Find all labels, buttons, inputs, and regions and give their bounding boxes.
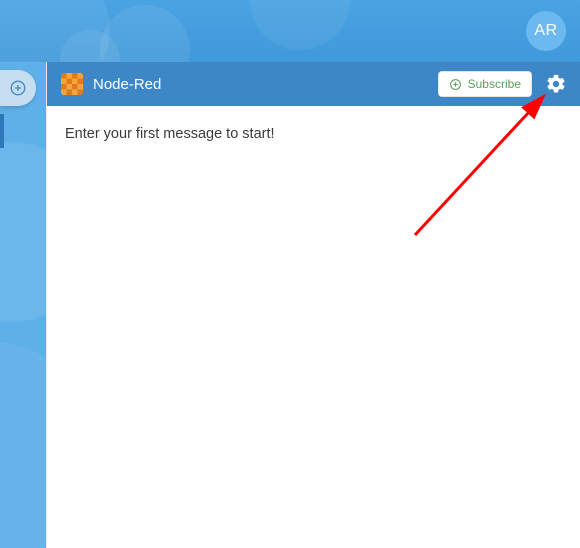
channel-body: Enter your first message to start! <box>47 106 580 162</box>
active-indicator <box>0 114 4 148</box>
empty-state-message: Enter your first message to start! <box>65 126 562 142</box>
avatar[interactable]: AR <box>526 11 566 51</box>
channel-title: Node-Red <box>93 76 161 93</box>
left-sidebar <box>0 62 46 548</box>
subscribe-button[interactable]: Subscribe <box>438 71 532 97</box>
decor-bubble <box>60 30 120 62</box>
top-bar: AR <box>0 0 580 62</box>
add-channel-button[interactable] <box>0 70 36 106</box>
avatar-initials: AR <box>534 22 557 40</box>
channel-icon <box>61 73 83 95</box>
subscribe-label: Subscribe <box>468 77 521 91</box>
plus-circle-icon <box>449 78 462 91</box>
gear-icon <box>545 73 567 95</box>
channel-panel: Node-Red Subscribe Enter your first mess… <box>46 62 580 548</box>
settings-button[interactable] <box>542 70 570 98</box>
decor-bubble <box>0 342 46 548</box>
plus-circle-icon <box>9 79 27 97</box>
channel-header: Node-Red Subscribe <box>47 62 580 106</box>
decor-bubble <box>250 0 350 50</box>
